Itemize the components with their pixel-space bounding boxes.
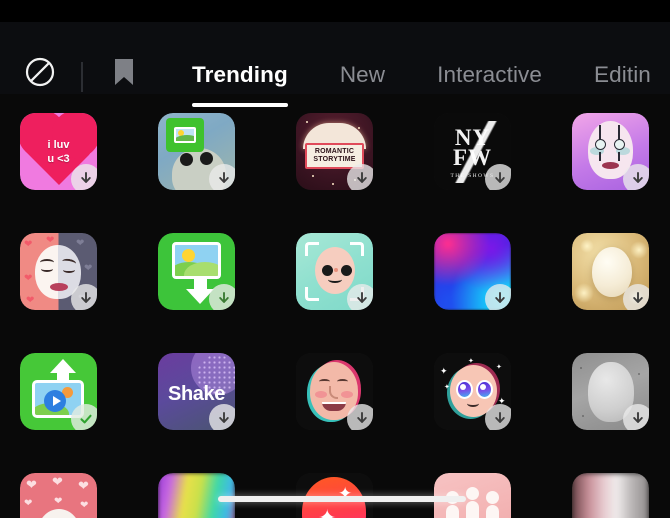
shake-label: Shake xyxy=(168,383,225,405)
clown-eye-right xyxy=(614,139,625,150)
effect-tile-blurred-stripes[interactable] xyxy=(572,473,649,518)
ghost-eye-right xyxy=(200,152,213,165)
toolbar-divider xyxy=(81,62,83,92)
marquee-line-2: STORYTIME xyxy=(313,156,356,163)
sparkle-eye-right xyxy=(476,380,493,399)
scan-corner-bl xyxy=(305,287,319,301)
download-arrow-icon[interactable] xyxy=(485,404,511,430)
effect-tile-pink-hearts[interactable]: ❤ ❤ ❤ ❤ ❤ ❤ xyxy=(20,473,97,518)
caption-line-1: i luv xyxy=(47,138,70,151)
effect-tile-pink-glitch-face[interactable] xyxy=(296,353,373,430)
mask-mouth xyxy=(50,283,68,291)
download-arrow-icon[interactable] xyxy=(347,404,373,430)
clown-eye-left xyxy=(595,139,606,150)
tab-editing[interactable]: Editin xyxy=(568,60,670,90)
caption-line-2: u <3 xyxy=(47,152,70,165)
download-arrow-icon[interactable] xyxy=(71,164,97,190)
download-arrow-icon[interactable] xyxy=(623,284,649,310)
scan-corner-tl xyxy=(305,242,319,256)
download-arrow-icon[interactable] xyxy=(209,164,235,190)
effect-tile-clown-face[interactable] xyxy=(572,113,649,190)
effect-tile-sparkle-eyes[interactable]: ✦ ✦ ✦ ✦ ✦ xyxy=(434,353,511,430)
download-arrow-icon[interactable] xyxy=(485,284,511,310)
status-strip xyxy=(0,0,670,22)
tab-trending[interactable]: Trending xyxy=(178,60,314,107)
tab-list: Trending New Interactive Editin xyxy=(178,60,670,107)
effect-tile-photo-download[interactable] xyxy=(158,233,235,310)
effect-thumbnail xyxy=(572,473,649,518)
download-arrow-icon[interactable] xyxy=(623,404,649,430)
play-icon xyxy=(44,390,66,412)
scan-corner-tr xyxy=(350,242,364,256)
tab-interactive[interactable]: Interactive xyxy=(411,60,568,90)
effect-tile-golden-egg[interactable] xyxy=(572,233,649,310)
tab-editing-label: Editin xyxy=(594,62,651,87)
marquee-line-1: ROMANTIC xyxy=(314,148,355,155)
bookmark-icon[interactable] xyxy=(107,54,141,90)
effects-grid: i luv u <3 ROMANTIC STORYTIME ❤ ❤ ❤ ❤ ❤ … xyxy=(0,94,670,518)
home-indicator[interactable] xyxy=(218,496,466,502)
effect-tile-shake[interactable]: Shake xyxy=(158,353,235,430)
effect-tile-grey-head[interactable] xyxy=(572,353,649,430)
ghost-eye-left xyxy=(180,153,193,166)
download-arrow-icon[interactable] xyxy=(623,164,649,190)
download-arrow-icon[interactable] xyxy=(209,284,235,310)
effect-thumbnail: ❤ ❤ ❤ ❤ ❤ ❤ xyxy=(20,473,97,518)
tab-interactive-label: Interactive xyxy=(437,62,543,87)
effect-tile-romantic-storytime[interactable]: ROMANTIC STORYTIME xyxy=(296,113,373,190)
effect-tile-split-mask[interactable]: ❤ ❤ ❤ ❤ ❤ ❤ ❤ xyxy=(20,233,97,310)
download-arrow-icon[interactable] xyxy=(485,164,511,190)
photo-card-icon xyxy=(166,118,204,152)
tab-trending-label: Trending xyxy=(192,62,288,87)
download-arrow-icon[interactable] xyxy=(209,404,235,430)
download-arrow-icon[interactable] xyxy=(347,164,373,190)
tab-new[interactable]: New xyxy=(314,60,411,90)
effect-tile-i-luv-u[interactable]: i luv u <3 xyxy=(20,113,97,190)
clown-lips xyxy=(602,162,619,169)
effect-tile-gradient-blur[interactable] xyxy=(434,233,511,310)
photo-frame xyxy=(172,242,221,279)
effects-panel: Trending New Interactive Editin i luv u … xyxy=(0,0,670,518)
effect-tile-video-upload[interactable] xyxy=(20,353,97,430)
art-pink-hearts: ❤ ❤ ❤ ❤ ❤ ❤ xyxy=(20,473,97,518)
hearts-figure xyxy=(37,509,81,518)
effect-tile-photo-ghost[interactable] xyxy=(158,113,235,190)
tab-new-label: New xyxy=(339,62,386,87)
download-arrow-icon[interactable] xyxy=(71,284,97,310)
art-blurred-stripes xyxy=(572,473,649,518)
picture-glyph xyxy=(174,127,196,143)
effects-tabbar: Trending New Interactive Editin xyxy=(0,22,670,107)
effect-tile-nyfw[interactable]: NY FW THE SHOWS xyxy=(434,113,511,190)
check-icon[interactable] xyxy=(71,404,97,430)
effect-tile-face-scan[interactable] xyxy=(296,233,373,310)
download-arrow-icon[interactable] xyxy=(347,284,373,310)
sparkle-eye-left xyxy=(456,380,473,399)
no-effect-icon[interactable] xyxy=(22,54,58,90)
